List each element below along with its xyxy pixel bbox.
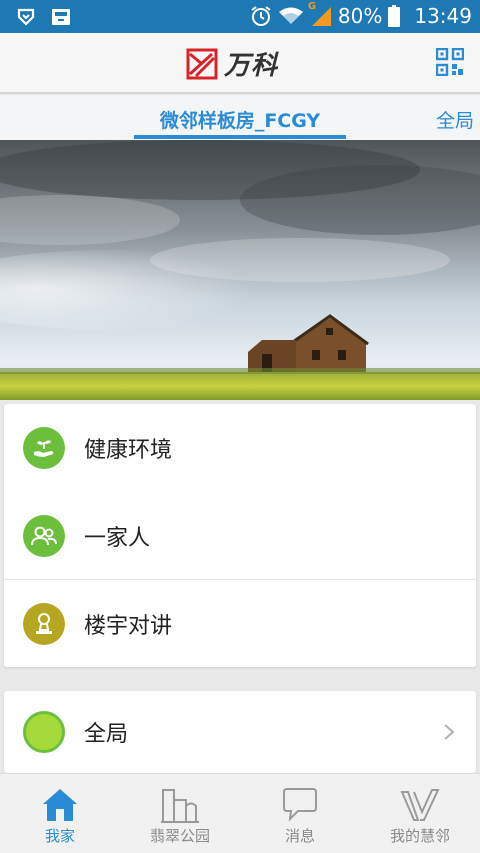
- qr-code-button[interactable]: [435, 47, 465, 77]
- global-row-label: 全局: [84, 722, 129, 747]
- status-bar: G 80% 13:49: [0, 0, 480, 33]
- chevron-right-icon: [444, 724, 455, 740]
- feature-menu-card: 健康环境 一家人 楼宇对讲: [4, 404, 476, 667]
- logo-text: 万科: [224, 51, 279, 81]
- app-header: 万科: [0, 33, 480, 94]
- nav-label: 我的慧邻: [389, 827, 450, 845]
- menu-item-label: 一家人: [84, 526, 151, 551]
- intercom-icon: [23, 603, 65, 645]
- alarm-icon: [250, 5, 272, 27]
- family-icon: [23, 515, 65, 557]
- battery-icon: [388, 5, 401, 27]
- menu-item-label: 健康环境: [84, 438, 173, 463]
- tab-active-indicator: [134, 135, 346, 139]
- network-type-label: G: [307, 1, 317, 12]
- shield-icon: [16, 7, 36, 27]
- wifi-icon: [278, 6, 304, 26]
- battery-percent: 80%: [337, 4, 383, 28]
- menu-item-health-environment[interactable]: 健康环境: [4, 404, 476, 492]
- bottom-navigation: 我家 翡翠公园 消息 我的慧邻: [0, 773, 480, 853]
- nav-item-messages[interactable]: 消息: [240, 774, 360, 853]
- menu-item-building-intercom[interactable]: 楼宇对讲: [4, 580, 476, 668]
- qr-code-icon: [435, 47, 465, 77]
- v-logo-icon: [400, 789, 440, 821]
- menu-item-family[interactable]: 一家人: [4, 492, 476, 580]
- tab-current-community[interactable]: 微邻样板房_FCGY: [134, 95, 346, 140]
- nav-item-my-home[interactable]: 我家: [0, 774, 120, 853]
- home-icon: [43, 789, 77, 821]
- home-banner-image: [0, 140, 480, 400]
- menu-item-label: 楼宇对讲: [84, 614, 173, 639]
- status-dot-icon: [23, 711, 65, 753]
- nav-item-jade-park[interactable]: 翡翠公园: [120, 774, 240, 853]
- chat-bubble-icon: [283, 788, 317, 822]
- global-row[interactable]: 全局: [4, 691, 476, 773]
- buildings-icon: [161, 789, 199, 823]
- vanke-logo-icon: [186, 48, 218, 79]
- nav-label: 消息: [284, 827, 315, 845]
- global-card: 全局: [4, 691, 476, 773]
- nav-label: 翡翠公园: [149, 827, 210, 845]
- clock: 13:49: [414, 4, 472, 28]
- inbox-icon: [50, 7, 72, 27]
- vanke-logo: 万科: [186, 45, 278, 82]
- nav-label: 我家: [44, 827, 75, 845]
- signal-icon: G: [308, 1, 332, 27]
- tab-global[interactable]: 全局: [436, 106, 474, 133]
- plant-hand-icon: [23, 427, 65, 469]
- nav-item-my-huilin[interactable]: 我的慧邻: [360, 774, 480, 853]
- community-tab-strip: 微邻样板房_FCGY 全局: [0, 95, 480, 140]
